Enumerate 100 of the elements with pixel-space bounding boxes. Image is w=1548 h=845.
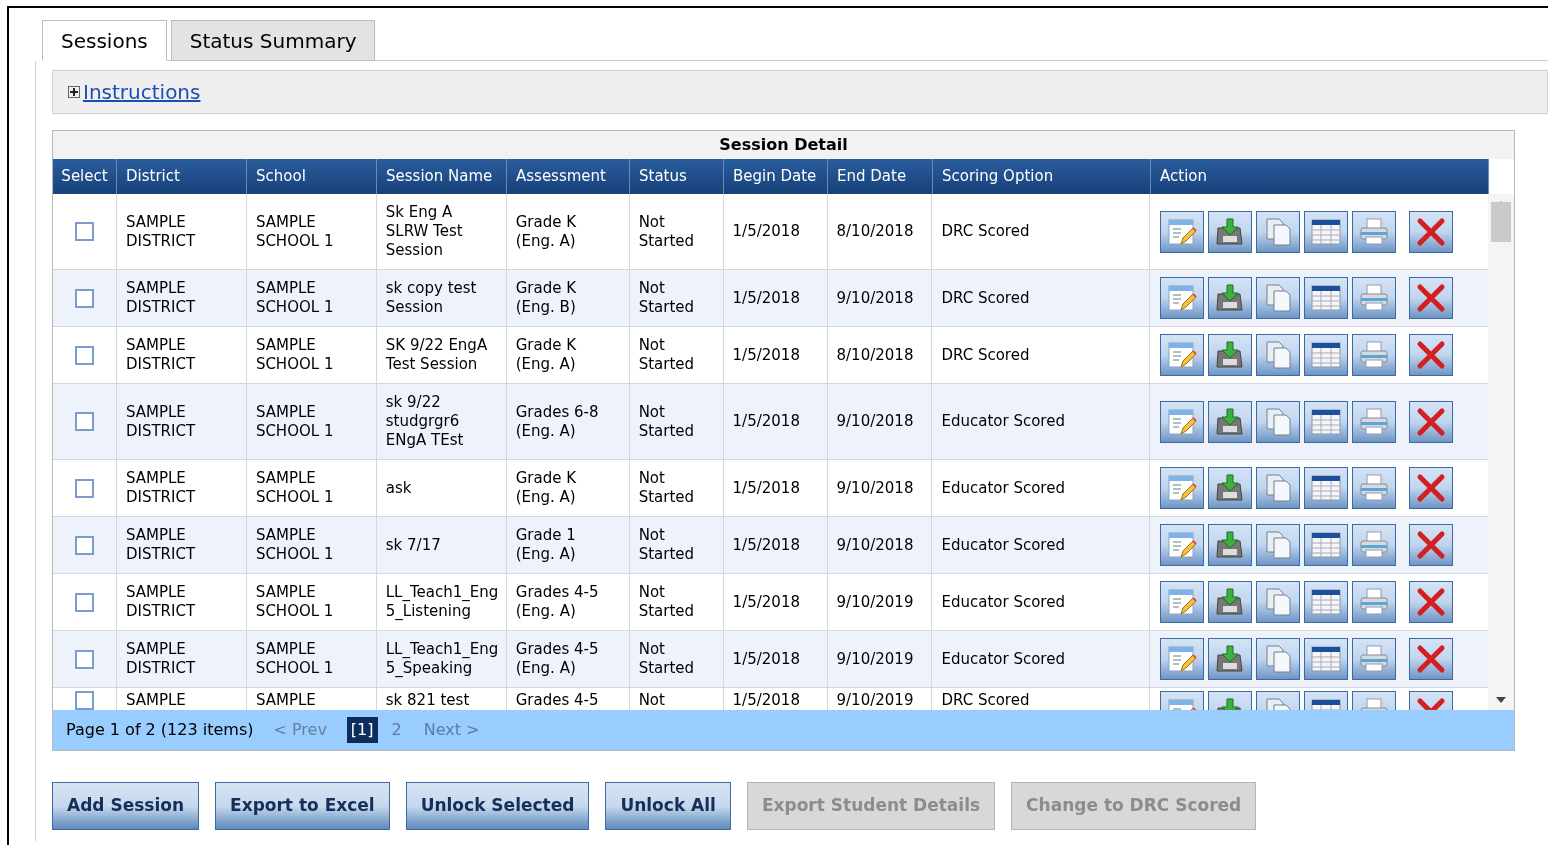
print-button[interactable] <box>1352 400 1397 443</box>
row-checkbox[interactable] <box>74 478 94 498</box>
school-cell: SAMPLE SCHOOL 1 <box>255 583 334 621</box>
begin-date-cell: 1/5/2018 <box>732 535 800 555</box>
print-button[interactable] <box>1352 334 1397 376</box>
edit-button[interactable] <box>1160 638 1205 680</box>
print-button[interactable] <box>1352 467 1397 509</box>
save-button[interactable] <box>1208 210 1253 253</box>
begin-date-cell: 1/5/2018 <box>732 412 800 431</box>
session-name-cell: Sk Eng A SLRW Test Session <box>385 203 463 260</box>
scrollbar-thumb[interactable] <box>1491 202 1511 242</box>
save-button[interactable] <box>1208 334 1253 376</box>
save-button[interactable] <box>1208 524 1253 566</box>
action-button[interactable]: Add Session <box>52 782 200 830</box>
end-date-cell: 8/10/2018 <box>836 345 914 365</box>
edit-button[interactable] <box>1160 581 1205 623</box>
school-cell: SAMPLE SCHOOL 1 <box>255 402 334 441</box>
scoring-option-cell: Educator Scored <box>941 478 1065 498</box>
edit-button[interactable] <box>1160 210 1205 253</box>
status-cell: Not Started <box>638 336 695 374</box>
row-checkbox[interactable] <box>74 288 94 308</box>
status-cell: Not Started <box>638 640 695 678</box>
action-button[interactable]: Unlock Selected <box>405 782 590 830</box>
table-icon <box>1309 586 1344 618</box>
copy-button[interactable] <box>1256 400 1301 443</box>
status-cell: Not Started <box>638 212 695 251</box>
edit-button[interactable] <box>1160 524 1205 566</box>
delete-button[interactable] <box>1409 400 1454 443</box>
save-button[interactable] <box>1208 581 1253 623</box>
copy-button[interactable] <box>1256 467 1301 509</box>
save-button[interactable] <box>1208 400 1253 443</box>
assessment-cell: Grade K (Eng. A) <box>515 212 577 251</box>
begin-date-cell: 1/5/2018 <box>732 649 800 669</box>
session-name-cell: sk copy test Session <box>385 279 477 317</box>
print-button[interactable] <box>1352 581 1397 623</box>
view-button[interactable] <box>1304 277 1349 319</box>
delete-button[interactable] <box>1409 334 1454 376</box>
print-button[interactable] <box>1352 210 1397 253</box>
column-header: Select <box>61 166 108 188</box>
column-header: Status <box>639 166 687 188</box>
view-button[interactable] <box>1304 334 1349 376</box>
scrollbar[interactable] <box>1488 194 1514 710</box>
delete-button[interactable] <box>1409 467 1454 509</box>
delete-button[interactable] <box>1409 524 1454 566</box>
scoring-option-cell: Educator Scored <box>941 592 1065 612</box>
edit-button[interactable] <box>1160 277 1205 319</box>
edit-button[interactable] <box>1160 467 1205 509</box>
column-header: School <box>256 166 306 188</box>
copy-button[interactable] <box>1256 638 1301 680</box>
scroll-down-icon[interactable] <box>1495 696 1507 704</box>
end-date-cell: 8/10/2018 <box>836 222 914 241</box>
action-button[interactable]: Unlock All <box>605 782 731 830</box>
delete-button[interactable] <box>1409 638 1454 680</box>
view-button[interactable] <box>1304 210 1349 253</box>
save-button[interactable] <box>1208 277 1253 319</box>
action-button[interactable]: Export to Excel <box>215 782 390 830</box>
expand-icon[interactable] <box>68 86 80 98</box>
view-button[interactable] <box>1304 467 1349 509</box>
print-button[interactable] <box>1352 524 1397 566</box>
tab[interactable]: Sessions <box>42 20 167 61</box>
table-title: Session Detail <box>719 134 848 156</box>
row-checkbox[interactable] <box>74 535 94 555</box>
row-checkbox[interactable] <box>74 222 94 241</box>
row-checkbox[interactable] <box>74 649 94 669</box>
copy-button[interactable] <box>1256 210 1301 253</box>
edit-button[interactable] <box>1160 334 1205 376</box>
save-button[interactable] <box>1208 638 1253 680</box>
page-link[interactable]: [1] <box>346 717 378 743</box>
end-date-cell: 9/10/2018 <box>836 535 914 555</box>
end-date-cell: 9/10/2019 <box>836 592 914 612</box>
table-icon <box>1309 339 1344 371</box>
copy-button[interactable] <box>1256 524 1301 566</box>
row-checkbox[interactable] <box>74 592 94 612</box>
assessment-cell: Grades 4-5 (Eng. A) <box>515 640 599 678</box>
tab[interactable]: Status Summary <box>170 20 376 61</box>
view-button[interactable] <box>1304 638 1349 680</box>
district-cell: SAMPLE DISTRICT <box>125 336 196 374</box>
delete-button[interactable] <box>1409 210 1454 253</box>
instructions-link[interactable]: Instructions <box>83 77 201 107</box>
view-button[interactable] <box>1304 524 1349 566</box>
edit-button[interactable] <box>1160 400 1205 443</box>
delete-button[interactable] <box>1409 277 1454 319</box>
delete-button[interactable] <box>1409 581 1454 623</box>
print-button[interactable] <box>1352 277 1397 319</box>
copy-button[interactable] <box>1256 581 1301 623</box>
status-cell: Not Started <box>638 279 695 317</box>
row-checkbox[interactable] <box>74 412 94 431</box>
save-button[interactable] <box>1208 467 1253 509</box>
row-checkbox[interactable] <box>74 345 94 365</box>
print-button[interactable] <box>1352 638 1397 680</box>
column-header: Assessment <box>516 166 606 188</box>
assessment-cell: Grade 1 (Eng. A) <box>515 526 576 564</box>
copy-button[interactable] <box>1256 277 1301 319</box>
end-date-cell: 9/10/2019 <box>836 649 914 669</box>
view-button[interactable] <box>1304 400 1349 443</box>
status-cell: Not Started <box>638 402 695 441</box>
view-button[interactable] <box>1304 581 1349 623</box>
row-checkbox[interactable] <box>74 691 94 710</box>
copy-button[interactable] <box>1256 334 1301 376</box>
end-date-cell: 9/10/2019 <box>836 691 914 710</box>
